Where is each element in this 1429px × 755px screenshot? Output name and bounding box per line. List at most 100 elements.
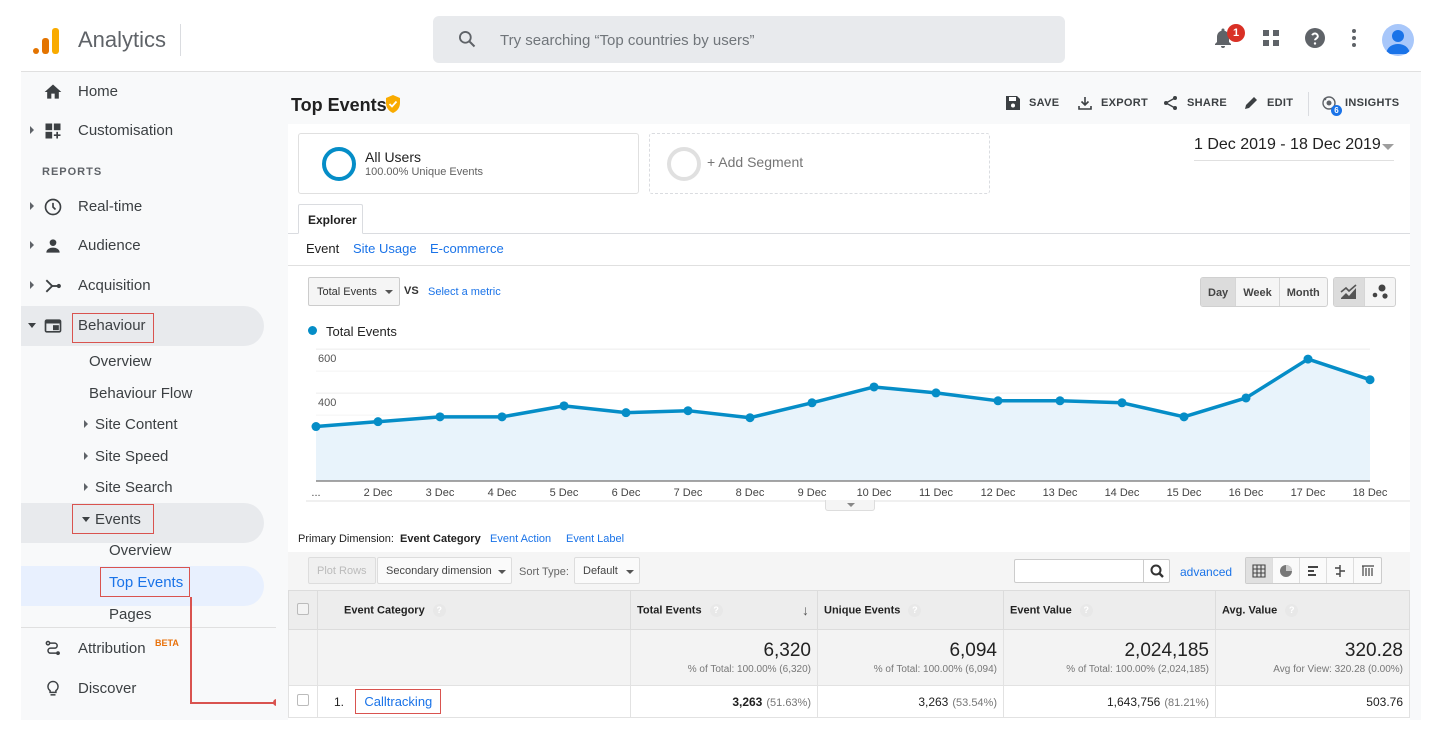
help-icon[interactable]: ? — [432, 603, 446, 617]
help-icon[interactable]: ? — [908, 603, 922, 617]
comparison-icon — [1335, 564, 1345, 577]
search-input[interactable]: Try searching “Top countries by users” — [433, 16, 1065, 63]
x-tick-label: 9 Dec — [798, 487, 827, 499]
tab-explorer[interactable]: Explorer — [298, 204, 363, 234]
sidebar-item-events-overview[interactable]: Overview — [109, 542, 172, 559]
motion-chart-button[interactable] — [1365, 278, 1395, 306]
more-vert-icon[interactable] — [1342, 26, 1366, 50]
data-point — [1055, 396, 1065, 406]
pivot-view-button[interactable] — [1354, 558, 1381, 583]
interval-month-button[interactable]: Month — [1280, 278, 1327, 306]
caret-right-icon — [30, 202, 34, 210]
save-button[interactable]: SAVE — [1005, 95, 1059, 111]
x-tick-label: 6 Dec — [612, 487, 641, 499]
interval-day-button[interactable]: Day — [1201, 278, 1237, 306]
sidebar-item-label: Audience — [78, 237, 141, 254]
column-header-unique-events[interactable]: Unique Events? — [817, 590, 1004, 630]
line-chart-icon — [1340, 284, 1357, 299]
data-point — [1117, 398, 1127, 408]
sidebar-item-audience[interactable]: Audience — [21, 226, 264, 266]
divider — [288, 265, 1410, 266]
pencil-icon — [1245, 97, 1257, 109]
highlight-box-events — [72, 504, 154, 534]
sort-type-select[interactable]: Default — [574, 557, 640, 584]
select-all-checkbox[interactable] — [297, 602, 309, 615]
verified-shield-icon — [386, 95, 400, 113]
secondary-dimension-select[interactable]: Secondary dimension — [377, 557, 512, 584]
download-icon — [1078, 97, 1092, 110]
divider — [21, 627, 276, 628]
sidebar-item-attribution[interactable]: Attribution — [21, 629, 264, 669]
dimension-event-label[interactable]: Event Label — [566, 533, 624, 545]
column-header-avg-value[interactable]: Avg. Value? — [1215, 590, 1410, 630]
table-search-input[interactable] — [1014, 559, 1170, 583]
sidebar-item-site-search[interactable]: Site Search — [95, 479, 173, 496]
sidebar-item-acquisition[interactable]: Acquisition — [21, 266, 264, 306]
select-all-header — [288, 590, 318, 630]
edit-button[interactable]: EDIT — [1243, 95, 1293, 111]
help-icon[interactable]: ? — [1079, 603, 1093, 617]
chevron-down-icon — [385, 290, 393, 294]
sidebar-item-home[interactable]: Home — [21, 72, 264, 112]
export-button[interactable]: EXPORT — [1077, 95, 1148, 111]
data-point — [1179, 412, 1189, 422]
event-category-link[interactable]: Calltracking — [364, 694, 432, 709]
save-icon — [1006, 96, 1020, 110]
export-label: EXPORT — [1101, 97, 1149, 109]
dimension-event-action[interactable]: Event Action — [490, 533, 551, 545]
plot-rows-button[interactable]: Plot Rows — [308, 557, 376, 584]
totals-row: 6,320 % of Total: 100.00% (6,320) 6,094 % … — [288, 629, 1410, 686]
sidebar-item-label: Customisation — [78, 122, 174, 139]
total-value: 2,024,185 — [1124, 640, 1209, 661]
sidebar-item-behaviour-flow[interactable]: Behaviour Flow — [89, 385, 192, 402]
dimension-event-category[interactable]: Event Category — [400, 533, 481, 545]
sidebar-item-behaviour-overview[interactable]: Overview — [89, 353, 152, 370]
table-search-button[interactable] — [1143, 560, 1169, 582]
x-tick-label: 7 Dec — [674, 487, 703, 499]
percentage-view-button[interactable] — [1273, 558, 1300, 583]
search-icon — [459, 31, 476, 48]
data-point — [807, 398, 817, 408]
pivot-table-icon — [1361, 564, 1374, 576]
advanced-filter-link[interactable]: advanced — [1180, 565, 1232, 579]
column-header-event-category[interactable]: Event Category? — [317, 590, 631, 630]
event-category-cell: 1. Calltracking — [317, 685, 631, 718]
help-icon[interactable]: ? — [709, 603, 723, 617]
performance-view-button[interactable] — [1300, 558, 1327, 583]
unique-events-cell: 3,263 (53.54%) — [817, 685, 1004, 718]
metric-select[interactable]: Total Events — [308, 277, 400, 306]
apps-grid-icon[interactable] — [1259, 26, 1283, 50]
help-icon[interactable] — [1303, 26, 1327, 50]
person-icon — [46, 239, 60, 253]
avatar[interactable] — [1382, 24, 1414, 56]
comparison-view-button[interactable] — [1327, 558, 1354, 583]
clock-icon — [44, 198, 62, 216]
save-label: SAVE — [1029, 97, 1060, 109]
totals-unique-events: 6,094 % of Total: 100.00% (6,094) — [817, 629, 1004, 686]
highlight-box-behaviour — [72, 313, 154, 343]
subtab-ecommerce[interactable]: E-commerce — [430, 241, 504, 256]
interval-week-button[interactable]: Week — [1236, 278, 1280, 306]
search-icon — [1150, 564, 1164, 578]
segment-all-users[interactable]: All Users 100.00% Unique Events — [298, 133, 639, 194]
column-header-event-value[interactable]: Event Value? — [1003, 590, 1216, 630]
add-segment-button[interactable]: + Add Segment — [649, 133, 990, 194]
help-icon[interactable]: ? — [1285, 603, 1299, 617]
sidebar-item-events-pages[interactable]: Pages — [109, 606, 152, 623]
sidebar-item-site-content[interactable]: Site Content — [95, 416, 178, 433]
column-header-total-events[interactable]: Total Events? ↓ — [630, 590, 818, 630]
sidebar-item-label: Real-time — [78, 198, 143, 215]
chart-collapse-handle[interactable] — [825, 500, 875, 511]
row-checkbox[interactable] — [297, 694, 309, 706]
totals-event-value: 2,024,185 % of Total: 100.00% (2,024,185) — [1003, 629, 1216, 686]
select-metric-link[interactable]: Select a metric — [428, 286, 501, 298]
sidebar-item-realtime[interactable]: Real-time — [21, 187, 264, 227]
subtab-event[interactable]: Event — [306, 241, 339, 256]
sidebar-item-site-speed[interactable]: Site Speed — [95, 448, 168, 465]
subtab-site-usage[interactable]: Site Usage — [353, 241, 417, 256]
sidebar-item-customisation[interactable]: Customisation — [21, 111, 264, 151]
data-view-button[interactable] — [1246, 558, 1273, 583]
date-range-picker[interactable]: 1 Dec 2019 - 18 Dec 2019 — [1194, 136, 1394, 161]
share-button[interactable]: SHARE — [1163, 95, 1227, 111]
line-chart-button[interactable] — [1334, 278, 1365, 306]
